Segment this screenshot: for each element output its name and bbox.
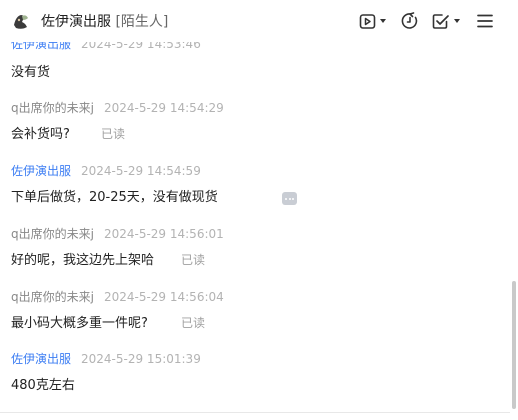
message-text: 没有货 xyxy=(11,65,51,80)
video-call-button[interactable] xyxy=(359,10,386,32)
avatar[interactable] xyxy=(10,10,32,32)
message-time: 2024-5-29 14:53:46 xyxy=(81,42,201,51)
more-options-icon xyxy=(285,197,287,200)
message-meta: 佐伊演出服 2024-5-29 14:54:59 xyxy=(11,162,201,179)
divider xyxy=(0,412,510,413)
message-time: 2024-5-29 14:54:29 xyxy=(103,101,224,115)
task-button[interactable] xyxy=(432,10,460,32)
message-sender[interactable]: 佐伊演出服 xyxy=(11,164,71,178)
read-status: 已读 xyxy=(181,316,206,330)
message-time: 2024-5-29 14:54:59 xyxy=(81,164,201,178)
read-status: 已读 xyxy=(181,253,206,267)
message-time: 2024-5-29 14:56:01 xyxy=(103,227,224,241)
message-sender[interactable]: 佐伊演出服 xyxy=(11,352,71,366)
message-meta: q出席你的未来j 2024-5-29 14:56:04 xyxy=(11,288,224,305)
chat-title: 佐伊演出服 [陌生人] xyxy=(41,11,168,31)
message-meta: q出席你的未来j 2024-5-29 14:56:01 xyxy=(11,225,224,242)
message-sender[interactable]: q出席你的未来j xyxy=(11,101,94,115)
chat-header: 佐伊演出服 [陌生人] xyxy=(0,0,518,42)
menu-icon xyxy=(477,14,493,28)
video-call-icon xyxy=(359,13,376,29)
message-text: 会补货吗? xyxy=(11,127,70,142)
message-time: 2024-5-29 15:01:39 xyxy=(81,352,201,366)
refresh-button[interactable] xyxy=(401,10,419,32)
message-meta: q出席你的未来j 2024-5-29 14:54:29 xyxy=(11,99,224,116)
message-sender[interactable]: 佐伊演出服 xyxy=(11,42,71,51)
task-check-icon xyxy=(432,13,449,29)
message-meta: 佐伊演出服 2024-5-29 15:01:39 xyxy=(11,350,201,367)
message-text: 最小码大概多重一件呢? xyxy=(11,316,148,331)
message-list[interactable]: 佐伊演出服 2024-5-29 14:53:46 没有货 q出席你的未来j 2024… xyxy=(0,42,518,420)
message-text: 下单后做货，20-25天，没有做现货 xyxy=(11,190,218,205)
message-sender[interactable]: q出席你的未来j xyxy=(11,290,94,304)
chevron-down-icon xyxy=(454,19,460,23)
chevron-down-icon xyxy=(380,19,386,23)
more-options-button[interactable] xyxy=(282,192,297,205)
contact-name[interactable]: 佐伊演出服 xyxy=(41,14,111,30)
read-status: 已读 xyxy=(101,127,126,141)
message-sender[interactable]: q出席你的未来j xyxy=(11,227,94,241)
message-text: 480克左右 xyxy=(11,378,75,393)
message-time: 2024-5-29 14:56:04 xyxy=(103,290,224,304)
menu-button[interactable] xyxy=(477,10,493,32)
message-text: 好的呢，我这边先上架哈 xyxy=(11,253,155,268)
contact-tag: [陌生人] xyxy=(115,14,169,30)
message-meta: 佐伊演出服 2024-5-29 14:53:46 xyxy=(11,42,201,52)
refresh-icon xyxy=(401,12,418,29)
scrollbar-thumb[interactable] xyxy=(512,281,516,409)
